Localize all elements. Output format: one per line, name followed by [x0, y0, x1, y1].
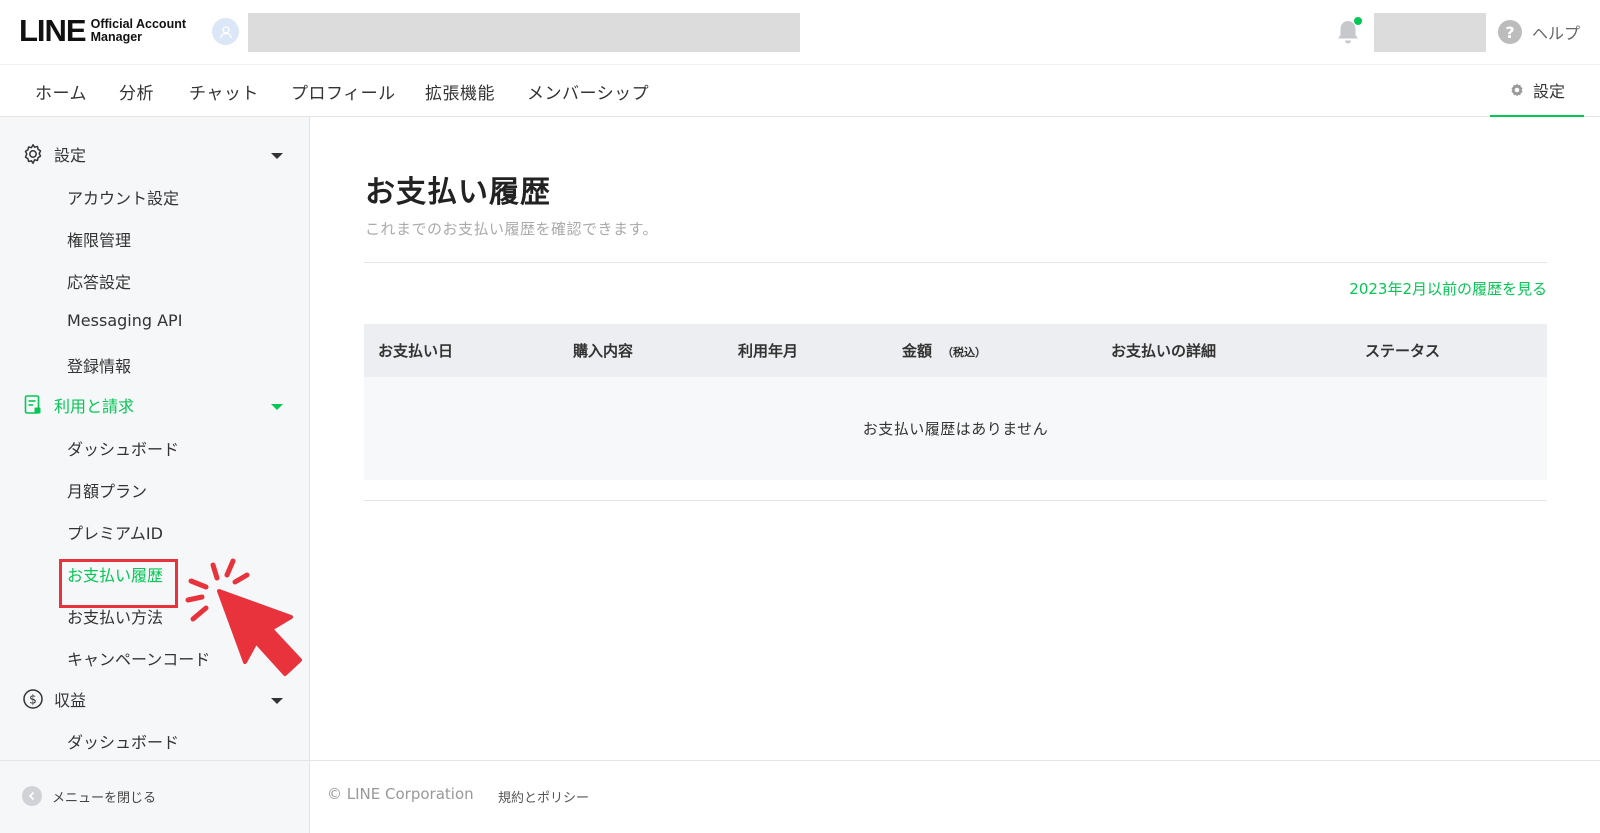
column-header-status: ステータス [1365, 342, 1441, 360]
empty-state-message: お支払い履歴はありません [862, 420, 1049, 438]
chevron-down-icon[interactable] [271, 404, 283, 410]
gear-icon [1511, 83, 1523, 97]
chevron-left-icon [22, 786, 42, 806]
dollar-circle-icon: $ [23, 689, 43, 709]
sidebar-item-response-settings[interactable]: 応答設定 [67, 269, 131, 293]
svg-text:$: $ [29, 693, 37, 707]
older-history-link[interactable]: 2023年2月以前の履歴を見る [1349, 278, 1547, 299]
close-menu-button[interactable]: メニューを閉じる [22, 786, 156, 806]
sidebar-section-settings[interactable]: 設定 [22, 142, 86, 166]
logo-subtitle: Official Account Manager [91, 18, 186, 44]
sidebar-item-account-settings[interactable]: アカウント設定 [67, 185, 179, 209]
main-content: お支払い履歴 これまでのお支払い履歴を確認できます。 2023年2月以前の履歴を… [310, 117, 1600, 833]
logo-subtitle-line2: Manager [90, 30, 143, 44]
page-description: これまでのお支払い履歴を確認できます。 [365, 220, 659, 238]
logo-wordmark: LINE [19, 13, 87, 48]
nav-tab-settings[interactable]: 設定 [1490, 65, 1584, 118]
close-menu-label: メニューを閉じる [52, 790, 157, 806]
nav-tab-membership[interactable]: メンバーシップ [527, 79, 649, 104]
tax-included-note: （税込） [942, 346, 987, 359]
chevron-down-icon[interactable] [271, 698, 283, 704]
page-title: お支払い履歴 [365, 175, 551, 210]
sidebar-section-label: 利用と請求 [54, 397, 135, 416]
account-name-redacted[interactable] [248, 13, 800, 52]
notification-badge-dot [1353, 16, 1363, 26]
account-avatar-icon[interactable] [212, 18, 239, 45]
help-link[interactable]: ? ヘルプ [1498, 20, 1580, 44]
table-empty-row: お支払い履歴はありません [364, 377, 1547, 480]
sidebar-item-premium-id[interactable]: プレミアムID [67, 520, 163, 544]
nav-tab-chat[interactable]: チャット [189, 79, 259, 104]
gear-icon [24, 144, 42, 164]
top-header: LINE Official Account Manager ? ヘルプ [0, 0, 1600, 64]
sidebar-item-monthly-plan[interactable]: 月額プラン [67, 478, 147, 502]
column-header-payment-date: お支払い日 [378, 342, 454, 360]
line-oa-manager-logo[interactable]: LINE Official Account Manager [19, 14, 186, 48]
sidebar-item-registration-info[interactable]: 登録情報 [67, 353, 131, 377]
sidebar-item-revenue-dashboard[interactable]: ダッシュボード [67, 729, 179, 753]
chevron-down-icon[interactable] [271, 153, 283, 159]
sidebar-section-label: 収益 [54, 691, 87, 710]
divider [364, 500, 1547, 501]
logo-subtitle-line1: Official Account [90, 17, 187, 31]
sidebar-item-billing-dashboard[interactable]: ダッシュボード [67, 436, 179, 460]
column-header-amount-label: 金額 [902, 342, 933, 360]
column-header-payment-details: お支払いの詳細 [1111, 342, 1217, 360]
sidebar: 設定 アカウント設定 権限管理 応答設定 Messaging API 登録情報 … [0, 117, 310, 833]
nav-tab-extensions[interactable]: 拡張機能 [425, 79, 495, 104]
help-label: ヘルプ [1532, 24, 1581, 43]
table-header: お支払い日 購入内容 利用年月 金額 （税込） お支払いの詳細 ステータス [364, 324, 1547, 377]
column-header-purchase: 購入内容 [573, 342, 634, 360]
sidebar-item-messaging-api[interactable]: Messaging API [67, 311, 182, 330]
red-pointer-arrow-icon [185, 558, 302, 676]
divider [364, 262, 1547, 263]
copyright-text: © LINE Corporation [327, 785, 474, 803]
column-header-usage-month: 利用年月 [738, 342, 799, 360]
question-circle-icon: ? [1498, 20, 1522, 44]
sidebar-section-billing[interactable]: 利用と請求 [22, 393, 134, 417]
sidebar-section-revenue[interactable]: $ 収益 [22, 687, 86, 711]
highlight-annotation-box [59, 559, 178, 608]
sidebar-footer: メニューを閉じる [0, 760, 309, 833]
sidebar-section-label: 設定 [54, 146, 87, 165]
sidebar-item-permissions[interactable]: 権限管理 [67, 227, 131, 251]
payment-history-table: お支払い日 購入内容 利用年月 金額 （税込） お支払いの詳細 ステータス お支払… [364, 324, 1547, 480]
column-header-amount: 金額 （税込） [902, 340, 986, 361]
billing-document-icon [24, 395, 41, 414]
nav-tab-profile[interactable]: プロフィール [291, 79, 396, 104]
nav-settings-label: 設定 [1532, 82, 1565, 101]
nav-tab-analytics[interactable]: 分析 [119, 79, 154, 104]
nav-tab-home[interactable]: ホーム [35, 79, 87, 104]
user-name-redacted[interactable] [1374, 13, 1486, 52]
terms-policy-link[interactable]: 規約とポリシー [498, 787, 589, 806]
page-footer: © LINE Corporation 規約とポリシー [310, 760, 1600, 833]
main-nav: ホーム 分析 チャット プロフィール 拡張機能 メンバーシップ 設定 [0, 64, 1600, 118]
